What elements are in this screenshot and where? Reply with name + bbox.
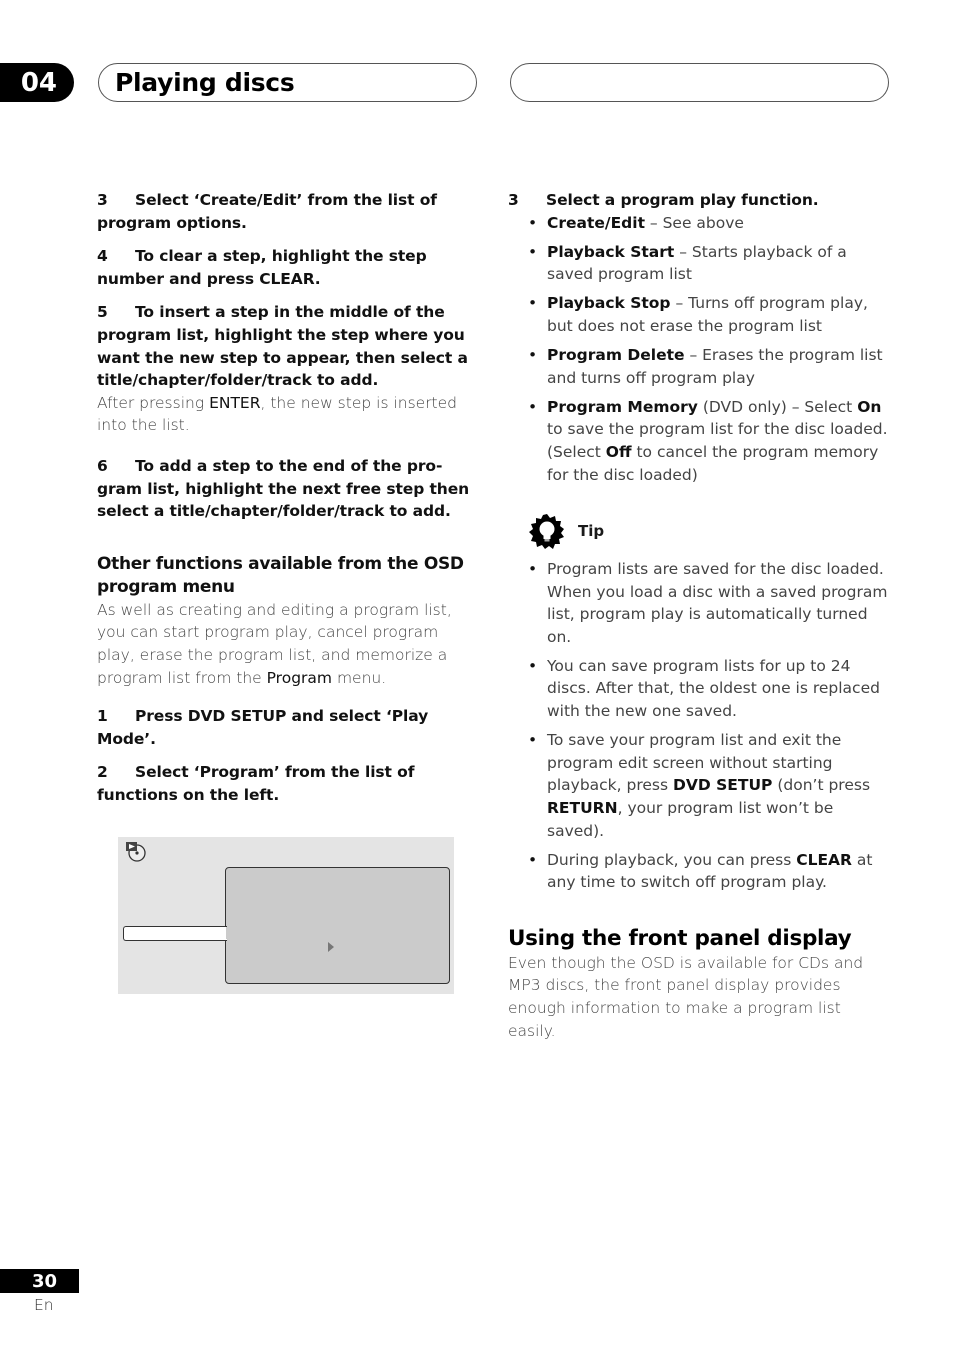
step-text: Press DVD SETUP and select ‘Play Mode’. — [97, 707, 429, 748]
step-text: Select a program play function. — [546, 191, 819, 209]
step-5-note: After pressing ENTER, the new step is in… — [97, 392, 477, 437]
step-5: 5 To insert a step in the middle of the p… — [97, 301, 477, 391]
function-item: Create/Edit – See above — [508, 212, 893, 235]
osd-selected-menu-item — [123, 926, 227, 941]
osd-intro: As well as creating and editing a progra… — [97, 599, 477, 689]
intro-text: menu. — [332, 668, 387, 687]
step-number: 1 — [97, 707, 108, 726]
step-number: 3 — [97, 191, 108, 209]
option-off: Off — [605, 442, 632, 461]
step-4: 4 To clear a step, highlight the step num… — [97, 245, 477, 290]
function-name: Playback Stop — [547, 294, 671, 313]
tip-text: During playback, you can press — [547, 850, 797, 869]
step-6: 6 To add a step to the end of the pro-gra… — [97, 455, 477, 523]
step-text: Select ‘Program’ from the list of functi… — [97, 763, 415, 804]
tip-key: CLEAR — [796, 850, 852, 869]
right-column: 3 Select a program play function. Create/… — [508, 189, 893, 493]
section-body: Even though the OSD is available for CDs… — [508, 953, 864, 1040]
tip-label: Tip — [578, 522, 605, 540]
left-column: 3 Select ‘Create/Edit’ from the list of p… — [97, 189, 477, 806]
tip-text: (don’t press — [772, 776, 871, 795]
osd-subheading: Other functions available from the OSD p… — [97, 553, 464, 597]
function-name: Program Memory — [547, 397, 698, 416]
function-list: Create/Edit – See above Playback Start –… — [508, 212, 893, 487]
chapter-number: 04 — [20, 67, 57, 98]
right-triangle-icon — [328, 942, 334, 952]
step-number: 3 — [508, 191, 519, 209]
option-on: On — [857, 397, 882, 416]
note-key: ENTER — [209, 393, 261, 412]
tips: Program lists are saved for the disc loa… — [508, 558, 893, 1042]
tip-item: Program lists are saved for the disc loa… — [508, 558, 893, 648]
step-number: 5 — [97, 303, 108, 322]
osd-content-panel — [225, 867, 450, 984]
lightbulb-icon — [529, 514, 564, 549]
step-2: 2 Select ‘Program’ from the list of funct… — [97, 761, 477, 806]
tip-list: Program lists are saved for the disc loa… — [508, 558, 893, 894]
function-desc: – See above — [644, 213, 744, 232]
tip-item: To save your program list and exit the p… — [508, 729, 893, 842]
page-number: 30 — [31, 1270, 57, 1292]
tip-item: You can save program lists for up to 24 … — [508, 655, 893, 723]
step-number: 6 — [97, 456, 108, 475]
intro-menu-name: Program — [266, 668, 333, 687]
tip-item: During playback, you can press CLEAR at … — [508, 849, 893, 894]
step-3: 3 Select ‘Create/Edit’ from the list of p… — [97, 189, 477, 234]
tip-key: RETURN — [547, 798, 618, 817]
step-number: 4 — [97, 247, 108, 266]
function-name: Program Delete — [547, 346, 685, 365]
function-item: Playback Start – Starts playback of a sa… — [508, 241, 893, 286]
function-item: Playback Stop – Turns off program play, … — [508, 292, 893, 337]
language-code: En — [34, 1296, 54, 1314]
osd-tab-joint — [226, 927, 229, 939]
step-text: To insert a step in the middle of the pr… — [97, 303, 468, 390]
page-number-badge: 30 — [0, 1269, 79, 1293]
step-3-right: 3 Select a program play function. — [508, 189, 893, 212]
step-text: Select ‘Create/Edit’ from the list of pr… — [97, 191, 437, 232]
step-text: To add a step to the end of the pro-gram… — [97, 456, 470, 521]
tip-key: DVD SETUP — [673, 776, 773, 795]
function-desc: (DVD only) – Select — [697, 397, 858, 416]
function-item: Program Memory (DVD only) – Select On to… — [508, 396, 893, 486]
section-heading: Using the front panel display — [508, 925, 852, 951]
chapter-title-box: Playing discs — [98, 63, 477, 102]
disc-play-icon — [126, 842, 146, 862]
function-name: Create/Edit — [547, 213, 645, 232]
step-text: To clear a step, highlight the step numb… — [97, 247, 427, 288]
step-1: 1 Press DVD SETUP and select ‘Play Mode’. — [97, 705, 477, 750]
chapter-title: Playing discs — [115, 68, 295, 97]
function-name: Playback Start — [547, 242, 675, 261]
function-item: Program Delete – Erases the program list… — [508, 344, 893, 389]
step-number: 2 — [97, 763, 108, 782]
chapter-number-badge: 04 — [0, 63, 74, 102]
empty-header-box — [510, 63, 889, 102]
note-text: After pressing — [97, 393, 210, 412]
